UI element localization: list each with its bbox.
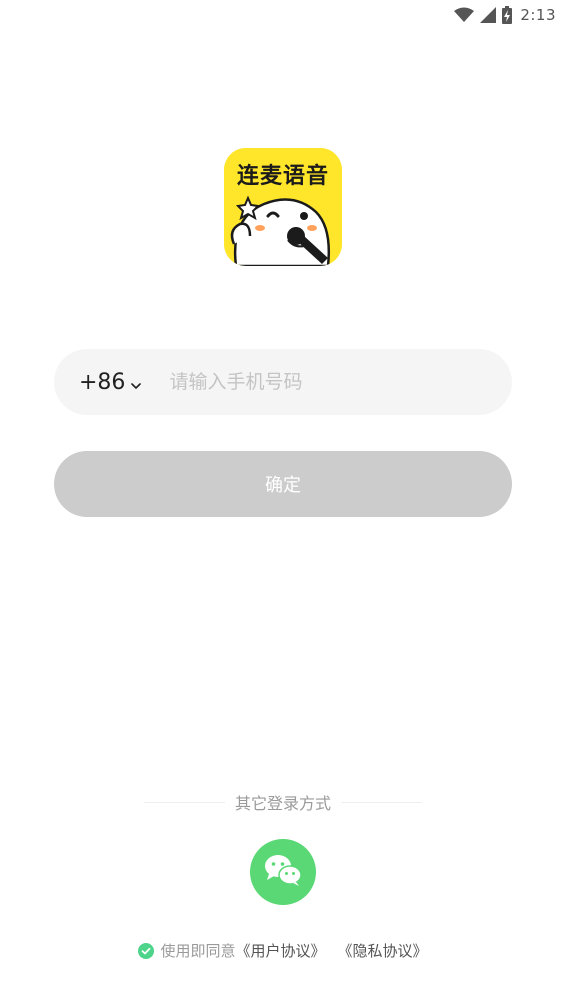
country-code-selector[interactable]: +86	[79, 369, 142, 396]
check-circle-icon	[138, 942, 155, 959]
wechat-icon	[263, 853, 303, 891]
battery-charging-icon	[502, 6, 513, 24]
status-time: 2:13	[520, 6, 556, 24]
country-code-value: +86	[79, 369, 126, 395]
app-logo: 连麦语音	[224, 148, 342, 266]
status-bar: 2:13	[0, 0, 566, 30]
signal-icon	[480, 7, 497, 23]
user-agreement-link[interactable]: 《用户协议》	[235, 940, 325, 961]
divider-line-left	[144, 801, 225, 803]
confirm-button[interactable]: 确定	[54, 451, 512, 517]
privacy-policy-link[interactable]: 《隐私协议》	[338, 940, 428, 961]
agreement-checkbox[interactable]	[138, 942, 155, 959]
other-login-divider: 其它登录方式	[144, 790, 423, 814]
logo-text: 连麦语音	[236, 164, 329, 189]
wifi-icon	[454, 7, 475, 23]
agreement-row: 使用即同意 《用户协议》 《隐私协议》	[0, 940, 566, 961]
wechat-login-button[interactable]	[250, 839, 316, 905]
phone-input-row: +86	[54, 349, 512, 415]
confirm-button-label: 确定	[265, 475, 301, 496]
chevron-down-icon	[131, 371, 142, 396]
phone-number-input[interactable]	[167, 370, 472, 394]
agreement-prefix: 使用即同意	[160, 942, 236, 960]
other-login-label: 其它登录方式	[235, 794, 332, 813]
divider-line-right	[341, 801, 423, 803]
